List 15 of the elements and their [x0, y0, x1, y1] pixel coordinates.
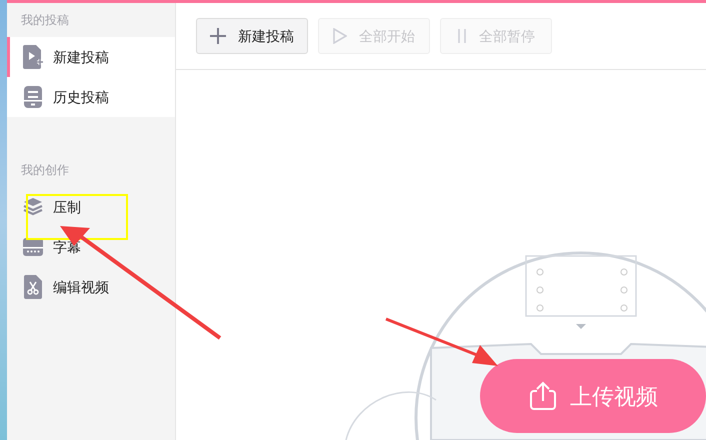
sidebar-item[interactable]: 历史投稿	[7, 77, 175, 117]
section-heading: 我的投稿	[20, 12, 70, 29]
plus-icon	[210, 28, 226, 44]
pause-icon	[457, 28, 467, 44]
toolbar-button[interactable]: 新建投稿	[196, 18, 308, 54]
play-icon	[333, 28, 347, 44]
sidebar-item[interactable]: 编辑视频	[7, 267, 175, 307]
upload-icon	[528, 381, 558, 411]
subtitle-icon	[23, 238, 43, 256]
scissors-file-icon	[24, 275, 42, 299]
section-heading: 我的创作	[20, 162, 70, 179]
sidebar-item[interactable]: 压制	[7, 187, 175, 227]
video-file-add-icon	[23, 45, 43, 69]
layers-icon	[23, 197, 43, 217]
drive-icon	[23, 86, 43, 108]
